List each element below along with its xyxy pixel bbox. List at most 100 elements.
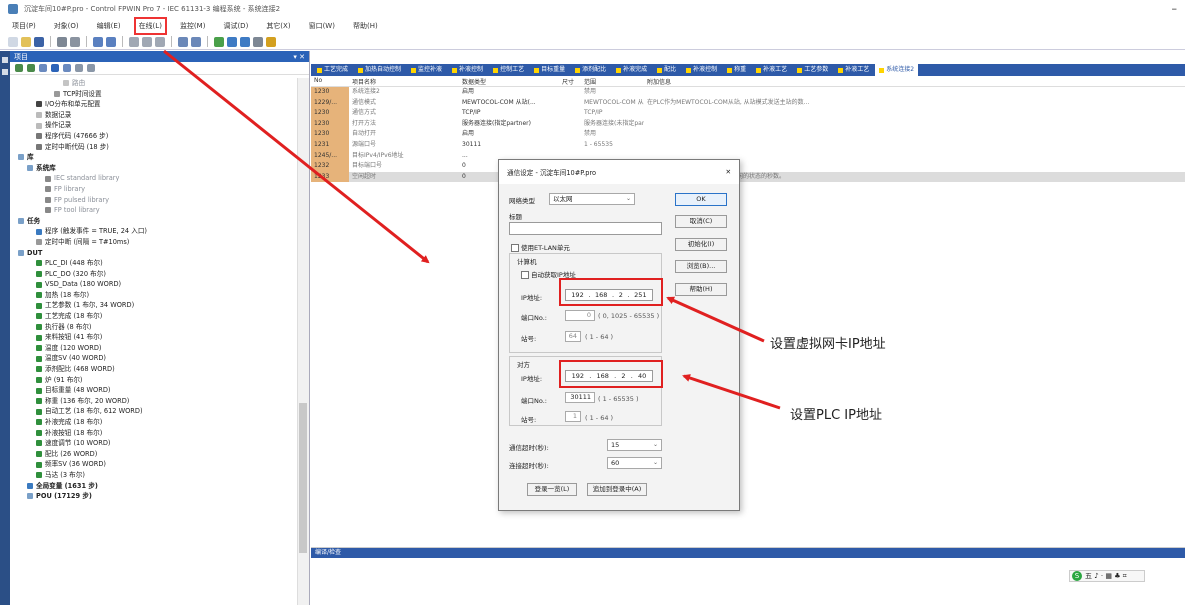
tree-item[interactable]: DUT: [10, 248, 297, 259]
tree-item[interactable]: 目标重量 (48 WORD): [10, 385, 297, 396]
print-icon[interactable]: [57, 36, 67, 47]
copy-icon[interactable]: [142, 36, 152, 47]
pc-station-input[interactable]: 64: [565, 331, 581, 342]
paste-icon[interactable]: [155, 36, 165, 47]
editor-tab[interactable]: 称重: [723, 64, 750, 76]
menu-extras[interactable]: 其它(X): [264, 20, 292, 32]
minimize-button[interactable]: –: [1172, 2, 1178, 15]
sort-icon[interactable]: [63, 64, 71, 72]
menu-edit[interactable]: 编辑(E): [95, 20, 123, 32]
tree-scrollbar-thumb[interactable]: [299, 403, 307, 553]
editor-tab[interactable]: 补液控制: [682, 64, 721, 76]
menu-project[interactable]: 项目(P): [10, 20, 38, 32]
plc-station-input[interactable]: 1: [565, 411, 581, 422]
tree-item[interactable]: 库: [10, 152, 297, 163]
tree-item[interactable]: 全局变量 (1631 步): [10, 481, 297, 492]
tree-item[interactable]: 自动工艺 (18 布尔, 612 WORD): [10, 406, 297, 417]
filter-icon[interactable]: [39, 64, 47, 72]
tree-item[interactable]: 配比 (26 WORD): [10, 449, 297, 460]
menu-object[interactable]: 对象(O): [52, 20, 81, 32]
editor-tab[interactable]: 加热自动控制: [354, 64, 405, 76]
tree-item[interactable]: FP library: [10, 184, 297, 195]
initialize-button[interactable]: 初始化(I): [675, 238, 727, 251]
table-row[interactable]: 1231 源端口号 30111 1 - 65535: [311, 139, 1185, 151]
editor-tab[interactable]: 补液控制: [448, 64, 487, 76]
replace-icon[interactable]: [106, 36, 116, 47]
settings-icon[interactable]: [87, 64, 95, 72]
editor-tab[interactable]: 工艺完成: [313, 64, 352, 76]
undo-icon[interactable]: [178, 36, 188, 47]
tree-item[interactable]: 执行器 (8 布尔): [10, 322, 297, 333]
tree-item[interactable]: VSD_Data (180 WORD): [10, 279, 297, 290]
table-row[interactable]: 1233空闲超时0指定一个链接在断开前可能保持空闲的状态的秒数。: [311, 171, 1185, 183]
tree-item[interactable]: 路由: [10, 78, 297, 89]
editor-tab[interactable]: 配比: [653, 64, 680, 76]
plc-port-input[interactable]: 30111: [565, 392, 595, 403]
build-icon[interactable]: [240, 36, 250, 47]
editor-tab[interactable]: 补液工艺: [752, 64, 791, 76]
network-type-select[interactable]: 以太网 ⌄: [549, 193, 635, 205]
tree-item[interactable]: I/O分布和单元配置: [10, 99, 297, 110]
editor-tab[interactable]: 目标重量: [530, 64, 569, 76]
col-header-no[interactable]: No: [311, 77, 349, 86]
tree-item[interactable]: IEC standard library: [10, 173, 297, 184]
tree-item[interactable]: 工艺参数 (1 布尔, 34 WORD): [10, 300, 297, 311]
collapse-icon[interactable]: [27, 64, 35, 72]
online-icon[interactable]: [266, 36, 276, 47]
tree-item[interactable]: 温度SV (40 WORD): [10, 353, 297, 364]
table-row[interactable]: 1230 通信方式 TCP/IP TCP/IP: [311, 108, 1185, 119]
tree-item[interactable]: 定时中断代码 (18 步): [10, 142, 297, 153]
menu-online[interactable]: 在线(L): [133, 16, 167, 35]
tree-item[interactable]: 频率SV (36 WORD): [10, 459, 297, 470]
tree-item[interactable]: 加热 (18 布尔): [10, 290, 297, 301]
dock-objects-icon[interactable]: [2, 69, 8, 75]
browse-button[interactable]: 浏览(B)...: [675, 260, 727, 273]
editor-tab[interactable]: 添剂配比: [571, 64, 610, 76]
dialog-close-button[interactable]: ✕: [725, 168, 731, 176]
editor-tab[interactable]: 补液完成: [612, 64, 651, 76]
tree-item[interactable]: 程序代码 (47666 步): [10, 131, 297, 142]
tree-item[interactable]: 工艺完成 (18 布尔): [10, 311, 297, 322]
check-icon[interactable]: [214, 36, 224, 47]
tree-item[interactable]: 任务: [10, 216, 297, 227]
tree-item[interactable]: 数据记录: [10, 110, 297, 121]
tree-scrollbar[interactable]: [297, 78, 309, 605]
tree-item[interactable]: 来料按钮 (41 布尔): [10, 332, 297, 343]
dock-project-icon[interactable]: [2, 57, 8, 63]
editor-tab[interactable]: 监控补液: [407, 64, 446, 76]
add-login-button[interactable]: 追加到登录中(A): [587, 483, 647, 496]
comm-timeout-select[interactable]: 15 ⌄: [607, 439, 662, 451]
new-icon[interactable]: [8, 36, 18, 47]
find-icon[interactable]: [93, 36, 103, 47]
ime-status[interactable]: 五 ♪ · ▦ ♣ ⌗: [1085, 571, 1127, 581]
tree-item[interactable]: 温度 (120 WORD): [10, 343, 297, 354]
editor-tab[interactable]: 工艺参数: [793, 64, 832, 76]
tag-input[interactable]: [509, 222, 662, 235]
tree-item[interactable]: 定时中断 (间隔 = T#10ms): [10, 237, 297, 248]
table-row[interactable]: 1229/... 通信模式 MEWTOCOL-COM 从站(... MEWTOCOL-…: [311, 97, 1185, 109]
tree-item[interactable]: TCP时间设置: [10, 89, 297, 100]
col-header-range[interactable]: 范围: [581, 77, 644, 86]
redo-icon[interactable]: [191, 36, 201, 47]
cancel-button[interactable]: 取消(C): [675, 215, 727, 228]
tree-item[interactable]: 速度调节 (10 WORD): [10, 438, 297, 449]
tree-item[interactable]: 添剂配比 (468 WORD): [10, 364, 297, 375]
editor-tab[interactable]: 系统连接2: [875, 64, 919, 76]
table-row[interactable]: 1230打开方法 服务器连接(指定partner) 服务器连接(未指定partner…: [311, 118, 1185, 130]
login-list-button[interactable]: 登录一览(L): [527, 483, 577, 496]
tree-item[interactable]: 程序 (触发事件 = TRUE, 24 入口): [10, 226, 297, 237]
tree-item[interactable]: PLC_DI (448 布尔): [10, 258, 297, 269]
pc-port-input[interactable]: 0: [565, 310, 595, 321]
menu-window[interactable]: 窗口(W): [307, 20, 337, 32]
open-icon[interactable]: [21, 36, 31, 47]
tree-item[interactable]: 称重 (136 布尔, 20 WORD): [10, 396, 297, 407]
tree-item[interactable]: 炉 (91 布尔): [10, 375, 297, 386]
compile-icon[interactable]: [227, 36, 237, 47]
help-button[interactable]: 帮助(H): [675, 283, 727, 296]
tree-item[interactable]: FP tool library: [10, 205, 297, 216]
properties-icon[interactable]: [75, 64, 83, 72]
tree-item[interactable]: 补液按钮 (18 布尔): [10, 428, 297, 439]
col-header-size[interactable]: 尺寸: [559, 77, 581, 86]
ok-button[interactable]: OK: [675, 193, 727, 206]
ime-logo-icon[interactable]: S: [1072, 571, 1082, 581]
